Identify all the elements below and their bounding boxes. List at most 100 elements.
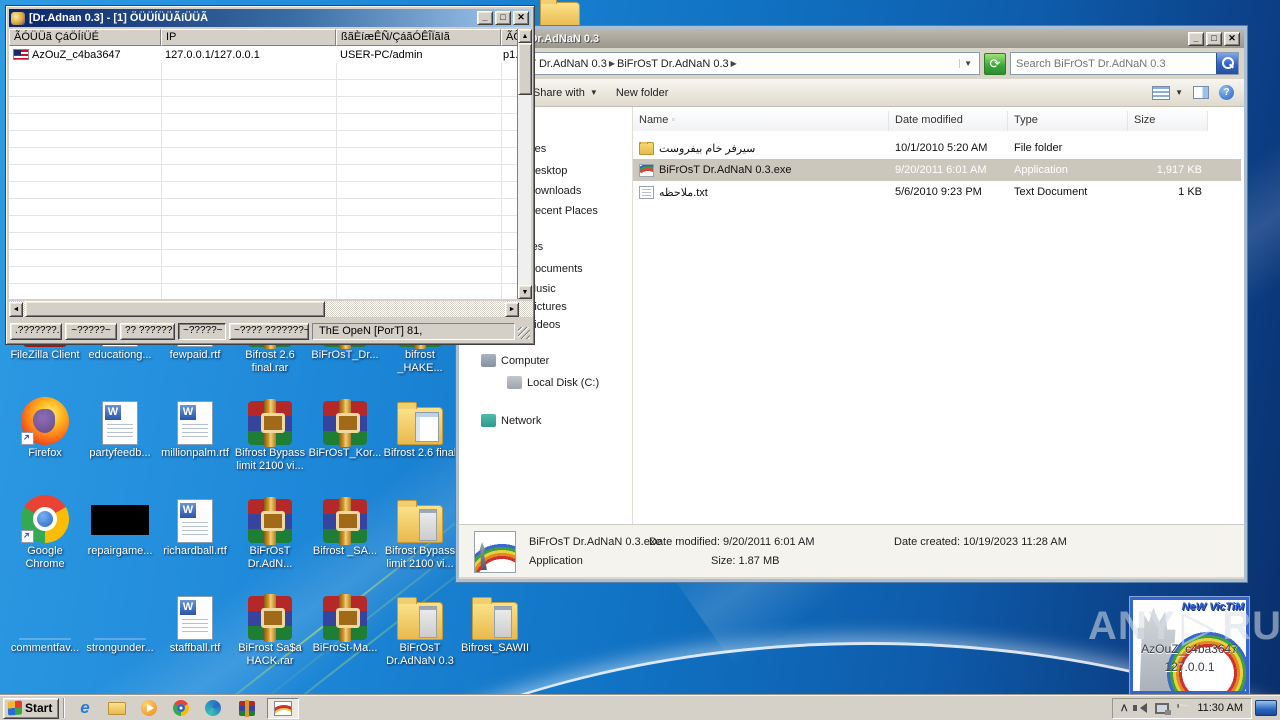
desktop-icon-label: Bifrost 2.6 final <box>383 447 457 459</box>
file-row[interactable]: ملاحظه.txt 5/6/2010 9:23 PM Text Document 1… <box>633 181 1241 203</box>
column-header-name[interactable]: Name ◦ <box>633 111 889 131</box>
sidebar-item-local-disk-c-[interactable]: Local Disk (C:) <box>507 376 599 389</box>
desktop-icon-strongunder-[interactable]: strongunder... <box>83 590 157 655</box>
desktop-icon-bifrost-bypass-limit-2100-vi[interactable]: Bifrost Bypass limit 2100 vi... <box>233 395 307 473</box>
breadcrumb-segment[interactable]: BiFrOsT Dr.AdNaN 0.3 <box>617 58 729 70</box>
new-folder-button[interactable]: New folder <box>616 87 669 99</box>
edge-taskbar-button[interactable] <box>202 698 224 718</box>
desktop-icon-bifrost-sa-[interactable]: Bifrost _SA... <box>308 493 382 558</box>
desktop-icon-repairgame-[interactable]: repairgame... <box>83 493 157 558</box>
bifrost-app-icon <box>274 700 292 716</box>
desktop-icon-label: Bifrost 2.6 final.rar <box>245 349 295 374</box>
windows-explorer-icon <box>108 701 126 715</box>
scrollbar-thumb[interactable] <box>25 301 325 317</box>
desktop-icon-bifrost-kor-[interactable]: BiFrOsT_Kor... <box>308 395 382 460</box>
bifrost-app-taskbar-button[interactable] <box>267 697 299 719</box>
desktop-icon-bifrost-dr-adnan-0-3[interactable]: BiFrOsT Dr.AdNaN 0.3 <box>383 590 457 668</box>
details-pane: BiFrOsT Dr.AdNaN 0.3.exe Date modified: … <box>459 524 1244 577</box>
search-icon[interactable] <box>1216 53 1238 74</box>
desktop-icon-label: educationg... <box>88 349 152 361</box>
file-folder-icon <box>639 141 654 155</box>
scroll-right-icon[interactable]: ► <box>505 302 519 317</box>
status-button[interactable]: ?? ?????? <box>120 322 175 340</box>
horizontal-scrollbar[interactable]: ◄ ► <box>9 301 533 317</box>
search-box[interactable] <box>1010 52 1239 75</box>
scroll-left-icon[interactable]: ◄ <box>9 302 23 317</box>
desktop-icon-label: Bifrost _SA... <box>312 545 378 557</box>
maximize-button[interactable]: □ <box>1206 31 1222 46</box>
desktop-icon-label: FileZilla Client <box>10 349 80 361</box>
file-row[interactable]: سيرفر خام بيفروست 10/1/2010 5:20 AM File f… <box>633 137 1241 159</box>
column-header-date-modified[interactable]: Date modified <box>889 111 1008 131</box>
show-desktop-button[interactable] <box>1255 700 1277 716</box>
desktop-icon-bifrost-sa-a-hack-rar[interactable]: BiFrost Sa$a HACK.rar <box>233 590 307 668</box>
vertical-scrollbar[interactable]: ▲ ▼ <box>517 29 532 299</box>
preview-pane-button[interactable] <box>1193 86 1209 99</box>
new-victim-popup[interactable]: NeW VicTiM AzOuZ_c4ba3647 127.0.0.1 <box>1130 597 1249 694</box>
victim-table <box>9 29 519 299</box>
desktop-icon-label: BiFrOsT_Dr... <box>311 349 379 361</box>
network-icon[interactable] <box>1155 702 1172 715</box>
victim-column-header[interactable]: ÃÓÜÜã ÇáÖÍíÜÉ <box>9 29 161 46</box>
desktop-icon-millionpalm-rtf[interactable]: millionpalm.rtf <box>158 395 232 460</box>
close-button[interactable]: ✕ <box>513 11 529 25</box>
desktop-icon-bifrost-sawii[interactable]: Bifrost_SAWII <box>458 590 532 655</box>
share-with-button[interactable]: Share with ▼ <box>533 87 598 99</box>
column-header-size[interactable]: Size <box>1128 111 1208 131</box>
scrollbar-thumb[interactable] <box>518 43 532 95</box>
refresh-button[interactable]: ⟳ <box>984 52 1006 75</box>
minimize-button[interactable]: _ <box>1188 31 1204 46</box>
victim-column-header[interactable]: ßãÈíæÊÑ/ÇáãÓÊÎÏãIã <box>336 29 501 46</box>
maximize-button[interactable]: □ <box>495 11 511 25</box>
sidebar-item-network[interactable]: Network <box>481 414 541 427</box>
desktop-icon-label: richardball.rtf <box>163 545 227 557</box>
desktop-icon-bifrost-dr-adn-[interactable]: BiFrOsT Dr.AdN... <box>233 493 307 571</box>
sidebar-item-computer[interactable]: Computer <box>481 354 549 367</box>
desktop-icon-richardball-rtf[interactable]: richardball.rtf <box>158 493 232 558</box>
desktop-icon-staffball-rtf[interactable]: staffball.rtf <box>158 590 232 655</box>
chevron-right-icon: ▶ <box>608 59 615 68</box>
scroll-up-icon[interactable]: ▲ <box>518 29 532 43</box>
start-button[interactable]: Start <box>3 697 59 719</box>
details-date-created: Date created: 10/19/2023 11:28 AM <box>894 536 1067 548</box>
desktop-icon-firefox[interactable]: Firefox <box>8 395 82 460</box>
desktop-icon-bifrost-ma-[interactable]: BiFroSt-Ma... <box>308 590 382 655</box>
resize-grip[interactable] <box>518 327 530 339</box>
close-button[interactable]: ✕ <box>1224 31 1240 46</box>
search-input[interactable] <box>1011 57 1216 70</box>
desktop-icon-bifrost-2-6-final[interactable]: Bifrost 2.6 final <box>383 395 457 460</box>
action-center-flag-icon[interactable] <box>1177 704 1190 709</box>
file-txt-icon <box>639 185 654 199</box>
victim-row[interactable]: AzOuZ_c4ba3647 127.0.0.1/127.0.0.1 USER-… <box>9 46 521 63</box>
explorer-titlebar[interactable]: BiFrOsT Dr.AdNaN 0.3 _ □ ✕ <box>459 29 1244 48</box>
media-player-taskbar-button[interactable] <box>138 698 160 718</box>
rar-icon <box>248 399 292 447</box>
status-button[interactable]: ~?????~ <box>65 322 117 340</box>
windows-explorer-taskbar-button[interactable] <box>106 698 128 718</box>
internet-explorer-taskbar-button[interactable]: e <box>74 698 96 718</box>
file-row[interactable]: BiFrOsT Dr.AdNaN 0.3.exe 9/20/2011 6:01 A… <box>633 159 1241 181</box>
chrome-taskbar-button[interactable] <box>170 698 192 718</box>
scroll-down-icon[interactable]: ▼ <box>518 285 532 299</box>
change-view-button[interactable]: ▼ <box>1152 85 1183 100</box>
help-button[interactable]: ? <box>1219 85 1234 100</box>
minimize-button[interactable]: _ <box>477 11 493 25</box>
desktop-icon-partyfeedb-[interactable]: partyfeedb... <box>83 395 157 460</box>
clock[interactable]: 11:30 AM <box>1197 702 1243 714</box>
breadcrumb[interactable]: ▶BiFrOsT Dr.AdNaN 0.3▶BiFrOsT Dr.AdNaN 0… <box>464 52 980 75</box>
status-button[interactable]: .???????. <box>10 322 62 340</box>
desktop-icon-bifrost-bypass-limit-2100-vi[interactable]: Bifrost Bypass limit 2100 vi... <box>383 493 457 571</box>
status-button[interactable]: ~???? ???????~ <box>229 322 309 340</box>
tray-expand-icon[interactable]: ᐱ <box>1121 703 1127 714</box>
desktop-icon-commentfav-[interactable]: commentfav... <box>8 590 82 655</box>
victim-column-header[interactable]: IP <box>161 29 336 46</box>
status-open-port: ThE OpeN [PorT] 81, <box>312 322 515 340</box>
breadcrumb-dropdown-icon[interactable]: ▼ <box>959 59 976 68</box>
column-header-type[interactable]: Type <box>1008 111 1128 131</box>
volume-icon[interactable] <box>1133 703 1148 713</box>
dr-adnan-titlebar[interactable]: [Dr.Adnan 0.3] - [1] ÖÜÜÍÜÜÃíÜÜÃ _ □ ✕ <box>9 9 531 27</box>
winrar-taskbar-button[interactable] <box>231 698 263 719</box>
chrome-icon <box>173 700 189 716</box>
status-button[interactable]: ~?????~ <box>178 322 226 340</box>
desktop-icon-google-chrome[interactable]: Google Chrome <box>8 493 82 571</box>
